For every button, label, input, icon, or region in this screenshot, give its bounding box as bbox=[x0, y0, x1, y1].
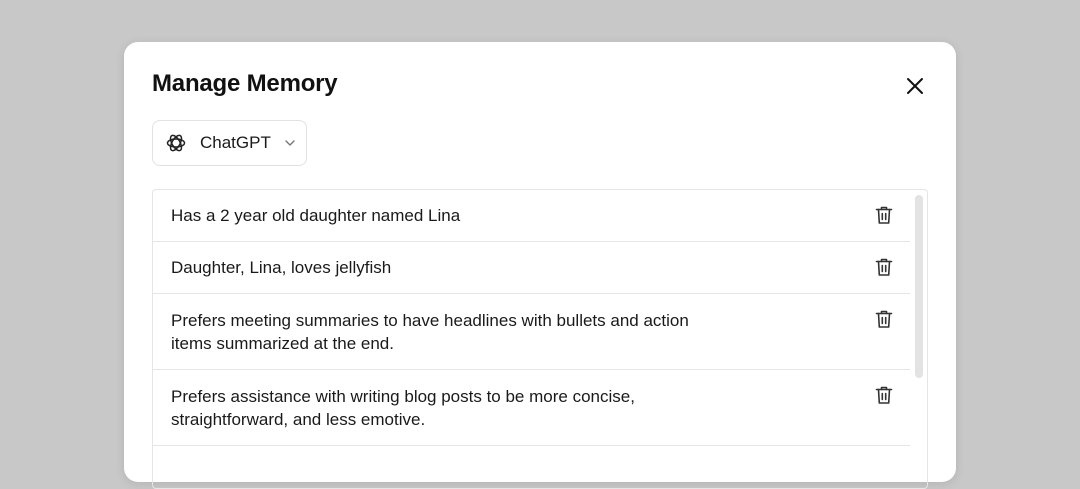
memory-list: Has a 2 year old daughter named Lina Dau… bbox=[152, 189, 928, 489]
trash-icon bbox=[875, 310, 893, 328]
trash-icon bbox=[875, 258, 893, 276]
memory-item-text: Prefers meeting summaries to have headli… bbox=[171, 311, 689, 353]
modal-title: Manage Memory bbox=[152, 70, 338, 97]
memory-item-text: Daughter, Lina, loves jellyfish bbox=[171, 258, 392, 277]
model-selector-label: ChatGPT bbox=[200, 133, 271, 152]
memory-item-text: Has a 2 year old daughter named Lina bbox=[171, 206, 461, 225]
close-icon bbox=[907, 78, 923, 94]
delete-memory-button[interactable] bbox=[873, 256, 895, 278]
trash-icon bbox=[875, 206, 893, 224]
manage-memory-modal: Manage Memory ChatGPT Has a 2 year old d… bbox=[124, 42, 956, 489]
memory-item-text: Prefers assistance with writing blog pos… bbox=[171, 387, 635, 429]
trash-icon bbox=[875, 386, 893, 404]
memory-item: Prefers assistance with writing blog pos… bbox=[153, 370, 910, 446]
close-button[interactable] bbox=[902, 73, 928, 99]
chevron-down-icon bbox=[285, 140, 295, 146]
delete-memory-button[interactable] bbox=[873, 308, 895, 330]
openai-logo-icon bbox=[165, 132, 187, 154]
memory-item: Daughter, Lina, loves jellyfish bbox=[153, 242, 910, 294]
memory-item: Has a 2 year old daughter named Lina bbox=[153, 190, 910, 242]
scrollbar-thumb[interactable] bbox=[915, 195, 923, 378]
model-selector-dropdown[interactable]: ChatGPT bbox=[152, 120, 307, 166]
delete-memory-button[interactable] bbox=[873, 384, 895, 406]
delete-memory-button[interactable] bbox=[873, 204, 895, 226]
memory-item: Prefers meeting summaries to have headli… bbox=[153, 294, 910, 370]
